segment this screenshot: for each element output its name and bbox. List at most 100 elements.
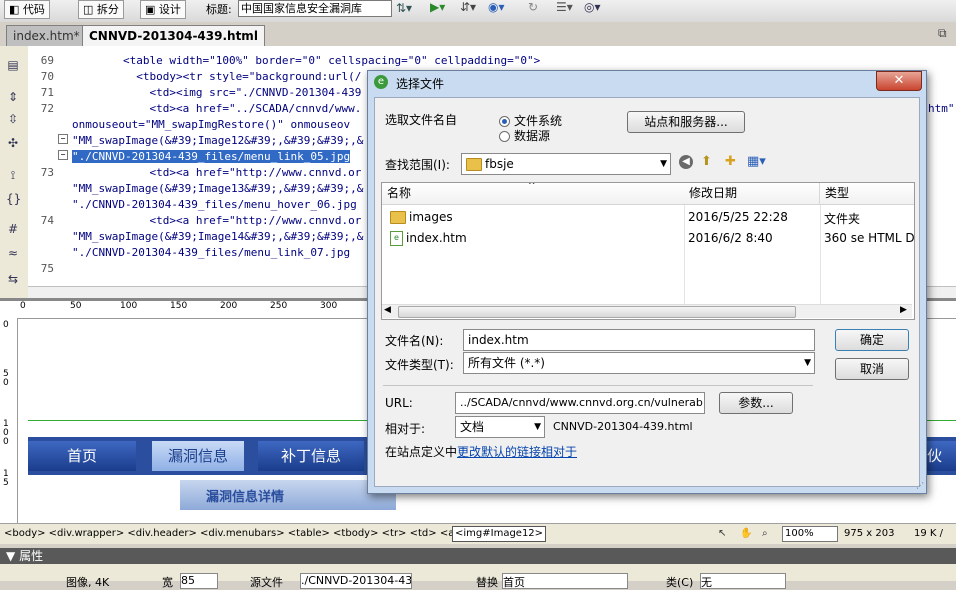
ruler-tick: 50: [70, 301, 82, 311]
file-name: images: [409, 210, 453, 224]
selected-tag[interactable]: <img#Image12>: [452, 526, 547, 542]
ruler-tick: 0: [3, 320, 9, 330]
collapse-toggle-icon[interactable]: −: [58, 150, 68, 160]
design-view-button[interactable]: ▣ 设计: [140, 0, 186, 19]
cancel-button[interactable]: 取消: [835, 358, 909, 380]
column-name-label: 名称: [387, 186, 412, 200]
line-numbers-icon[interactable]: #: [6, 222, 20, 236]
file-row[interactable]: images 2016/5/25 22:28 文件夹: [382, 207, 914, 227]
globe-icon[interactable]: ◉▾: [488, 0, 505, 14]
page-title-input[interactable]: 中国国家信息安全漏洞库: [238, 0, 392, 17]
design-icon: ▣: [145, 3, 156, 16]
site-server-button[interactable]: 站点和服务器...: [627, 111, 745, 133]
properties-header[interactable]: ▼ 属性: [0, 548, 956, 564]
relative-to-select[interactable]: 文档 ▼: [455, 416, 545, 438]
width-label: 宽: [162, 576, 173, 589]
code-line: onmouseout="MM_swapImgRestore()" onmouse…: [72, 118, 351, 131]
divider: [383, 385, 813, 386]
code-line: "MM_swapImage(&#39;Image14&#39;,&#39;&#3…: [72, 230, 364, 243]
column-header-type[interactable]: 类型: [820, 183, 914, 205]
menu-item-home[interactable]: 首页: [28, 441, 136, 471]
preview-icon[interactable]: ▶▾: [430, 0, 445, 14]
zoom-tool-icon[interactable]: ⌕: [762, 524, 768, 544]
close-button[interactable]: ✕: [876, 71, 922, 91]
refresh-icon[interactable]: ↻: [528, 0, 538, 14]
zoom-select[interactable]: 100%: [782, 526, 838, 542]
tab-index[interactable]: index.htm*: [6, 25, 87, 46]
column-divider: [684, 205, 685, 305]
hand-tool-icon[interactable]: ✋: [740, 524, 752, 544]
split-icon: ◫: [83, 3, 94, 16]
width-input[interactable]: 85: [180, 573, 218, 589]
select-parent-tag-icon[interactable]: ⟟: [6, 168, 20, 182]
collapse-selection-icon[interactable]: ⇳: [6, 112, 20, 126]
split-view-label: 拆分: [96, 3, 119, 16]
balance-braces-icon[interactable]: {}: [6, 192, 21, 206]
column-header-name[interactable]: 名称 ^: [382, 183, 689, 205]
pointer-tool-icon[interactable]: ↖: [718, 524, 726, 544]
tab-cnnvd[interactable]: CNNVD-201304-439.html: [82, 25, 265, 46]
window-size[interactable]: 975 x 203: [844, 524, 894, 544]
view-options-icon[interactable]: ☰▾: [556, 0, 573, 14]
radio-icon: [499, 131, 510, 142]
file-name: index.htm: [406, 231, 467, 245]
lookin-label: 查找范围(I):: [385, 158, 450, 172]
back-icon[interactable]: ◀: [679, 155, 693, 169]
alt-label: 替换: [476, 576, 498, 589]
selected-code-line: "./CNNVD-201304-439_files/menu_link_05.j…: [72, 150, 351, 163]
resize-grip-icon[interactable]: ⋰: [916, 481, 924, 490]
up-folder-icon[interactable]: ⬆: [701, 154, 712, 169]
radio-selected-icon: [499, 116, 510, 127]
tag-selector-path[interactable]: <body> <div.wrapper> <div.header> <div.m…: [4, 524, 463, 544]
restore-icon[interactable]: ⧉: [938, 26, 947, 41]
url-label: URL:: [385, 396, 413, 410]
collapse-tag-icon[interactable]: ⇕: [6, 90, 20, 104]
parameters-button[interactable]: 参数...: [719, 392, 793, 414]
dialog-titlebar[interactable]: e 选择文件: [368, 71, 926, 95]
filetype-select[interactable]: 所有文件 (*.*) ▼: [463, 352, 815, 374]
line-number: 73: [40, 166, 54, 179]
scroll-left-icon[interactable]: ◀: [384, 305, 391, 315]
class-select[interactable]: 无: [700, 573, 786, 589]
horizontal-scrollbar[interactable]: ◀ ▶: [382, 304, 912, 318]
file-management-icon[interactable]: ⇅▾: [396, 1, 412, 15]
radio-datasource[interactable]: 数据源: [499, 127, 550, 144]
code-line: <td><a href="http://www.cnnvd.or: [70, 214, 362, 227]
scroll-right-icon[interactable]: ▶: [900, 305, 907, 315]
file-row[interactable]: e index.htm 2016/6/2 8:40 360 se HTML D: [382, 228, 914, 248]
src-input[interactable]: ./CNNVD-201304-439_files/menu_link_05.jp…: [300, 573, 412, 589]
highlight-invalid-icon[interactable]: ≈: [6, 246, 20, 260]
scroll-thumb[interactable]: [398, 306, 796, 318]
ruler-tick: 300: [320, 301, 338, 311]
coding-toolbar: ▤ ⇕ ⇳ ✣ ⟟ {} # ≈ ⇆: [0, 46, 29, 298]
view-menu-icon[interactable]: ▦▾: [747, 154, 766, 169]
visual-aids-icon[interactable]: ◎▾: [584, 0, 601, 14]
ok-button[interactable]: 确定: [835, 329, 909, 351]
image-info: 图像, 4K: [66, 576, 110, 589]
lookin-select[interactable]: fbsje ▼: [461, 153, 671, 175]
split-view-button[interactable]: ◫ 拆分: [78, 0, 124, 19]
alt-input[interactable]: 首页: [502, 573, 628, 589]
open-documents-icon[interactable]: ▤: [6, 58, 20, 72]
ruler-tick: 250: [270, 301, 288, 311]
ruler-tick: 0: [20, 301, 26, 311]
menu-item-patch[interactable]: 补丁信息: [258, 441, 364, 471]
file-list[interactable]: 名称 ^ 修改日期 类型 images 2016/5/25 22:28 文件夹 e…: [381, 182, 915, 320]
collapse-toggle-icon[interactable]: −: [58, 134, 68, 144]
code-line: <tbody><tr style="background:url(/: [70, 70, 362, 83]
column-header-date[interactable]: 修改日期: [684, 183, 820, 205]
word-wrap-icon[interactable]: ⇆: [6, 272, 20, 286]
file-size: 19 K /: [914, 528, 944, 539]
refresh-design-icon[interactable]: ⇵▾: [460, 0, 476, 14]
ruler-tick: 100: [120, 301, 138, 311]
url-input[interactable]: ../SCADA/cnnvd/www.cnnvd.org.cn/vulnerab…: [455, 392, 705, 414]
code-view-button[interactable]: ◧ 代码: [4, 0, 50, 19]
close-icon: ✕: [893, 73, 905, 88]
menu-item-vulnerability[interactable]: 漏洞信息: [152, 441, 244, 471]
ruler-tick: 200: [220, 301, 238, 311]
filename-input[interactable]: index.htm: [463, 329, 815, 351]
change-default-link[interactable]: 更改默认的链接相对于: [457, 445, 577, 459]
new-folder-icon[interactable]: ✚: [725, 154, 736, 169]
relative-file: CNNVD-201304-439.html: [553, 420, 693, 433]
expand-all-icon[interactable]: ✣: [6, 136, 20, 150]
